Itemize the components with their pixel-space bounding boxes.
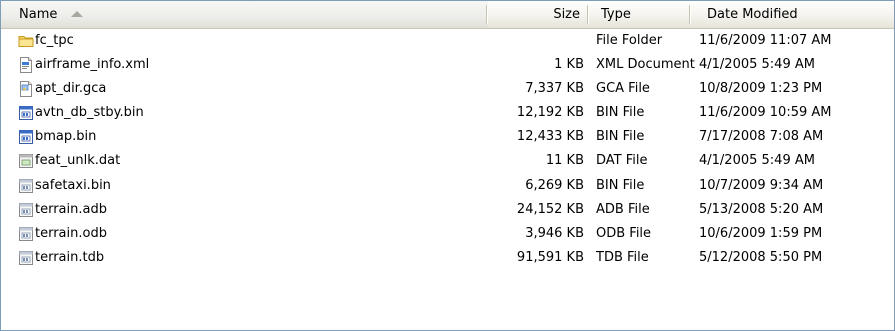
bin-file-icon: [18, 129, 34, 145]
file-name-cell[interactable]: fc_tpc: [18, 29, 488, 53]
file-name: safetaxi.bin: [35, 177, 111, 193]
file-rows: fc_tpc File Folder 11/6/2009 11:07 AM airfr…: [1, 29, 894, 270]
sort-ascending-icon: [71, 10, 84, 17]
file-name: apt_dir.gca: [35, 81, 107, 97]
file-type: DAT File: [596, 153, 648, 169]
gca-file-icon: [18, 81, 34, 98]
file-size: 91,591 KB: [516, 249, 584, 265]
xml-file-icon: [18, 57, 34, 74]
file-size: 12,192 KB: [516, 105, 584, 121]
file-name-cell[interactable]: terrain.adb: [18, 198, 488, 222]
file-name: terrain.adb: [35, 201, 107, 217]
file-type: BIN File: [596, 129, 645, 145]
file-date-modified: 5/12/2008 5:50 PM: [699, 249, 823, 265]
file-name-cell[interactable]: terrain.tdb: [18, 246, 488, 270]
file-type: File Folder: [596, 33, 663, 48]
generic-file-icon: [18, 178, 34, 194]
file-type: ADB File: [596, 201, 650, 217]
file-row[interactable]: terrain.tdb 91,591 KB TDB File 5/12/2008 5:…: [1, 246, 894, 270]
file-name-cell[interactable]: safetaxi.bin: [18, 174, 488, 198]
file-name: avtn_db_stby.bin: [35, 105, 144, 121]
file-row[interactable]: fc_tpc File Folder 11/6/2009 11:07 AM: [1, 29, 894, 53]
folder-icon: [18, 33, 34, 49]
file-name-cell[interactable]: airframe_info.xml: [18, 53, 488, 77]
file-name-cell[interactable]: apt_dir.gca: [18, 77, 488, 101]
file-size: 7,337 KB: [525, 81, 584, 97]
column-header-type-label: Type: [601, 7, 631, 22]
dat-file-icon: [18, 153, 34, 169]
file-date-modified: 7/17/2008 7:08 AM: [699, 129, 824, 145]
file-row[interactable]: apt_dir.gca 7,337 KB GCA File 10/8/2009 1:2…: [1, 77, 894, 101]
column-header-date-label: Date Modified: [707, 7, 798, 22]
file-row[interactable]: feat_unlk.dat 11 KB DAT File 4/1/2005 5:49 …: [1, 149, 894, 173]
file-type: TDB File: [596, 249, 649, 265]
file-type: GCA File: [596, 81, 650, 97]
column-header-date-modified[interactable]: Date Modified: [691, 1, 894, 28]
file-row[interactable]: airframe_info.xml 1 KB XML Document 4/1/200…: [1, 53, 894, 77]
file-type: BIN File: [596, 177, 645, 193]
file-name: terrain.odb: [35, 225, 107, 241]
bin-file-icon: [18, 105, 34, 121]
file-name: terrain.tdb: [35, 249, 105, 265]
file-list-view: Name Size Type Date Modified fc_tpc File …: [0, 0, 895, 331]
file-name-cell[interactable]: terrain.odb: [18, 222, 488, 246]
file-type: ODB File: [596, 225, 652, 241]
file-date-modified: 11/6/2009 11:07 AM: [699, 33, 832, 48]
column-header-size[interactable]: Size: [488, 1, 589, 28]
file-type: BIN File: [596, 105, 645, 121]
generic-file-icon: [18, 250, 34, 266]
file-name: feat_unlk.dat: [35, 153, 121, 169]
file-name: bmap.bin: [35, 129, 97, 145]
generic-file-icon: [18, 226, 34, 242]
file-size: [488, 29, 584, 53]
file-name-cell[interactable]: bmap.bin: [18, 125, 488, 149]
file-size: 6,269 KB: [525, 177, 584, 193]
column-header-size-label: Size: [553, 7, 580, 22]
column-header-name-label: Name: [19, 7, 58, 22]
file-name-cell[interactable]: feat_unlk.dat: [18, 149, 488, 173]
generic-file-icon: [18, 202, 34, 218]
file-name: airframe_info.xml: [35, 57, 150, 73]
file-date-modified: 11/6/2009 10:59 AM: [699, 105, 832, 121]
file-size: 12,433 KB: [516, 129, 584, 145]
file-row[interactable]: terrain.odb 3,946 KB ODB File 10/6/2009 1:5…: [1, 222, 894, 246]
file-type: XML Document: [596, 57, 695, 73]
file-row[interactable]: safetaxi.bin 6,269 KB BIN File 10/7/2009 9:…: [1, 174, 894, 198]
file-row[interactable]: terrain.adb 24,152 KB ADB File 5/13/2008 5:…: [1, 198, 894, 222]
column-header-name[interactable]: Name: [1, 1, 488, 28]
file-row[interactable]: avtn_db_stby.bin 12,192 KB BIN File 11/6/20…: [1, 101, 894, 125]
file-size: 1 KB: [554, 57, 584, 73]
file-date-modified: 4/1/2005 5:49 AM: [699, 57, 815, 73]
file-date-modified: 10/7/2009 9:34 AM: [699, 177, 824, 193]
file-size: 24,152 KB: [516, 201, 584, 217]
column-header-bar: Name Size Type Date Modified: [1, 1, 894, 29]
file-name: fc_tpc: [35, 33, 74, 48]
file-date-modified: 4/1/2005 5:49 AM: [699, 153, 815, 169]
file-row[interactable]: bmap.bin 12,433 KB BIN File 7/17/2008 7:08 …: [1, 125, 894, 149]
file-date-modified: 5/13/2008 5:20 AM: [699, 201, 824, 217]
column-header-type[interactable]: Type: [589, 1, 691, 28]
file-size: 11 KB: [545, 153, 584, 169]
file-date-modified: 10/6/2009 1:59 PM: [699, 225, 823, 241]
file-date-modified: 10/8/2009 1:23 PM: [699, 81, 823, 97]
file-size: 3,946 KB: [525, 225, 584, 241]
file-name-cell[interactable]: avtn_db_stby.bin: [18, 101, 488, 125]
